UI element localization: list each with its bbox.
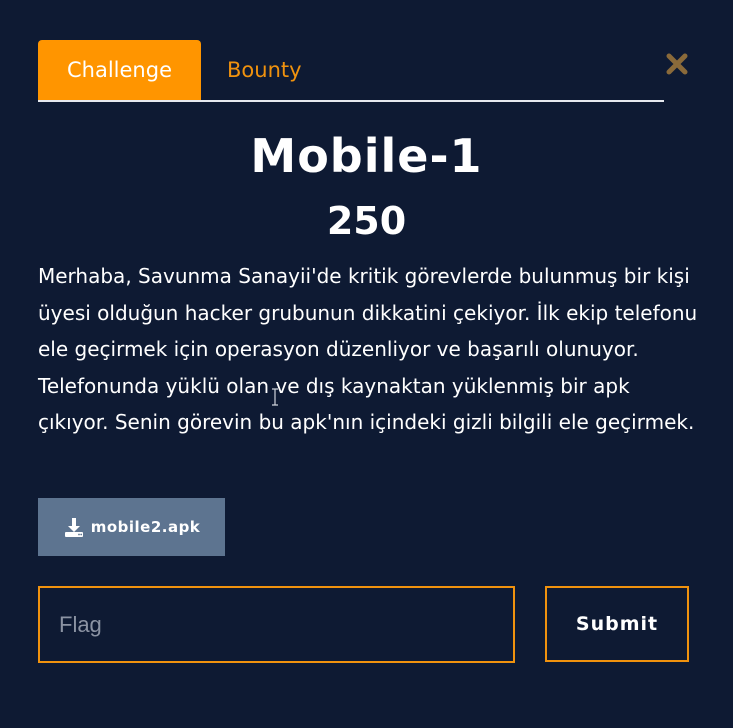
submit-button[interactable]: Submit [545, 586, 689, 662]
close-icon [666, 53, 688, 75]
challenge-modal: Challenge Bounty Mobile-1 250 Merhaba, S… [0, 0, 733, 728]
tab-bar: Challenge Bounty [38, 40, 664, 102]
challenge-points: 250 [326, 199, 407, 243]
challenge-description: Merhaba, Savunma Sanayii'de kritik görev… [38, 264, 698, 434]
flag-input[interactable] [38, 586, 515, 663]
download-file-button[interactable]: mobile2.apk [38, 498, 225, 556]
tab-bounty[interactable]: Bounty [201, 40, 328, 100]
tab-challenge[interactable]: Challenge [38, 40, 201, 100]
download-icon [64, 518, 83, 537]
challenge-title: Mobile-1 [250, 129, 483, 183]
close-button[interactable] [662, 49, 692, 79]
text-cursor-icon [272, 388, 278, 406]
download-filename: mobile2.apk [90, 518, 201, 536]
